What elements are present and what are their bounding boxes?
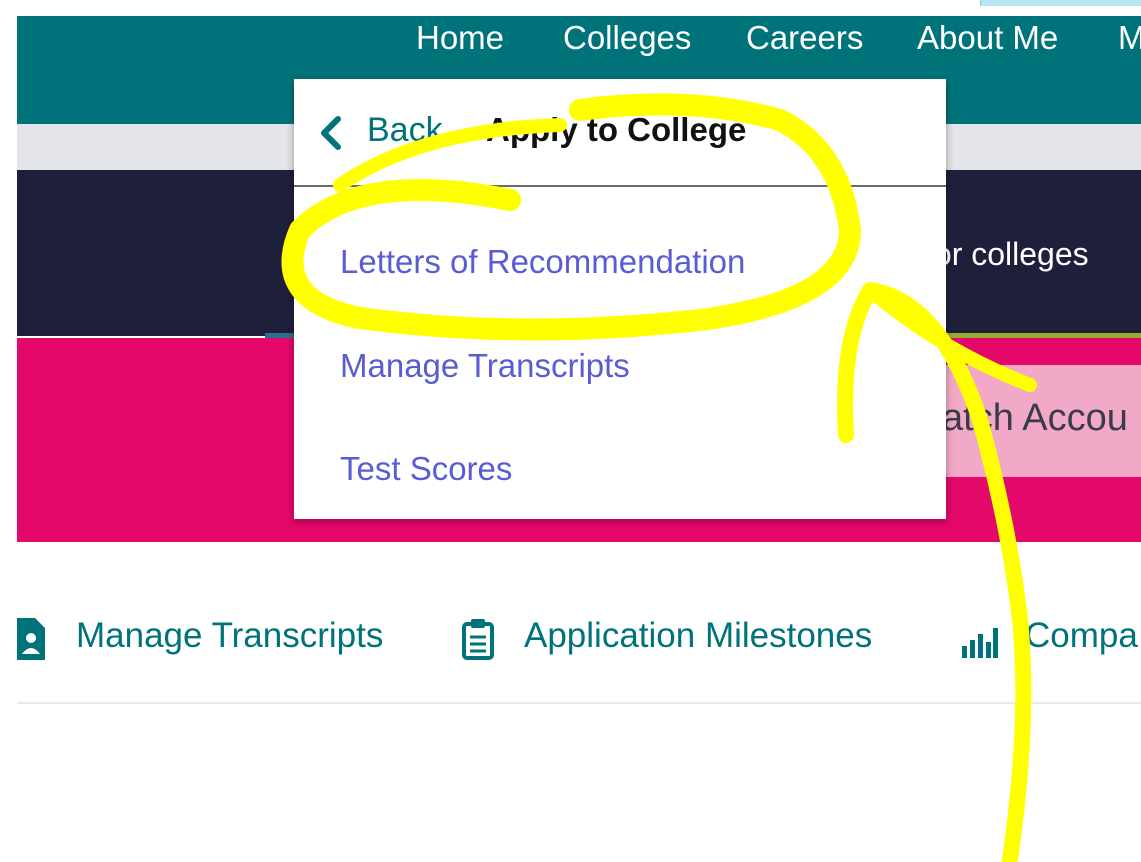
content-divider <box>17 702 1141 704</box>
dropdown-title: Apply to College <box>486 111 747 148</box>
nav-more[interactable]: M <box>1118 18 1141 58</box>
subnav-application-milestones[interactable]: Application Milestones <box>524 616 872 656</box>
dropdown-header: Back Apply to College <box>294 79 946 187</box>
search-input[interactable]: atch Accou <box>930 365 1141 477</box>
apply-to-college-dropdown: Back Apply to College Letters of Recomme… <box>294 79 946 519</box>
back-button[interactable]: Back <box>367 111 443 150</box>
banner-partial-text: for colleges <box>925 236 1089 272</box>
nav-home[interactable]: Home <box>416 18 504 58</box>
nav-about-me[interactable]: About Me <box>917 18 1058 58</box>
nav-careers[interactable]: Careers <box>746 18 863 58</box>
sub-navigation: Manage Transcripts Application Milestone… <box>0 600 1141 680</box>
subnav-compare[interactable]: Compa <box>1025 616 1138 656</box>
left-margin <box>0 0 17 862</box>
corner-tab <box>980 0 1141 6</box>
menu-item-test-scores[interactable]: Test Scores <box>340 450 512 488</box>
chevron-left-icon[interactable] <box>316 115 346 151</box>
document-user-icon <box>17 618 45 660</box>
menu-item-letters-of-recommendation[interactable]: Letters of Recommendation <box>340 243 745 281</box>
nav-colleges[interactable]: Colleges <box>563 18 691 58</box>
top-margin <box>17 0 1141 16</box>
bar-chart-icon <box>962 628 998 658</box>
subnav-manage-transcripts[interactable]: Manage Transcripts <box>76 616 383 656</box>
menu-item-manage-transcripts[interactable]: Manage Transcripts <box>340 347 630 385</box>
clipboard-icon <box>462 619 494 660</box>
search-input-text: atch Accou <box>942 397 1128 439</box>
